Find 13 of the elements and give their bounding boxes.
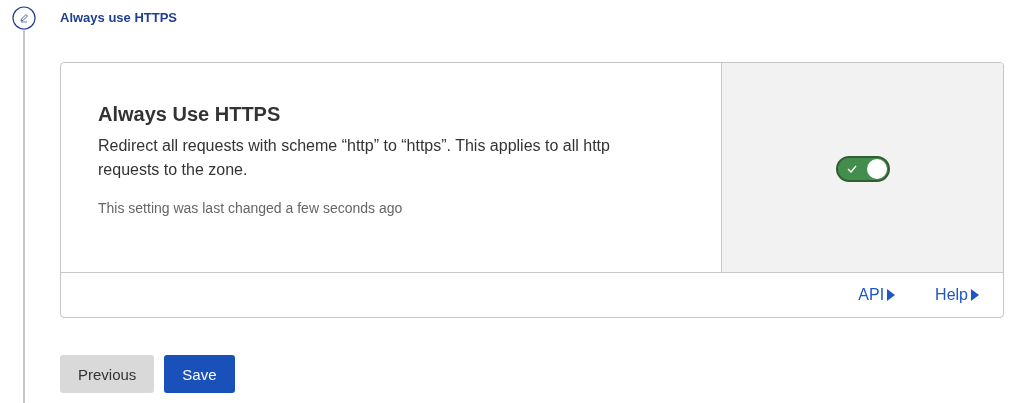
help-link[interactable]: API	[858, 286, 896, 304]
save-button[interactable]: Save	[164, 355, 235, 393]
step-title: Always use HTTPS	[60, 10, 179, 25]
pencil-icon	[12, 6, 36, 30]
triangle-icon	[887, 289, 896, 301]
last-changed-note: This setting was last changed a few seconds ago	[98, 200, 404, 216]
triangle-icon	[971, 289, 979, 301]
check-icon	[846, 165, 857, 173]
help-link[interactable]: Help	[935, 286, 979, 304]
toggle-switch[interactable]	[835, 156, 890, 182]
previous-button[interactable]: Previous	[60, 355, 155, 393]
setting-title: Always Use HTTPS	[98, 103, 282, 126]
setting-description: Redirect all requests with scheme “http” to “https”. This applies to all http requests to the zone.	[98, 136, 611, 180]
